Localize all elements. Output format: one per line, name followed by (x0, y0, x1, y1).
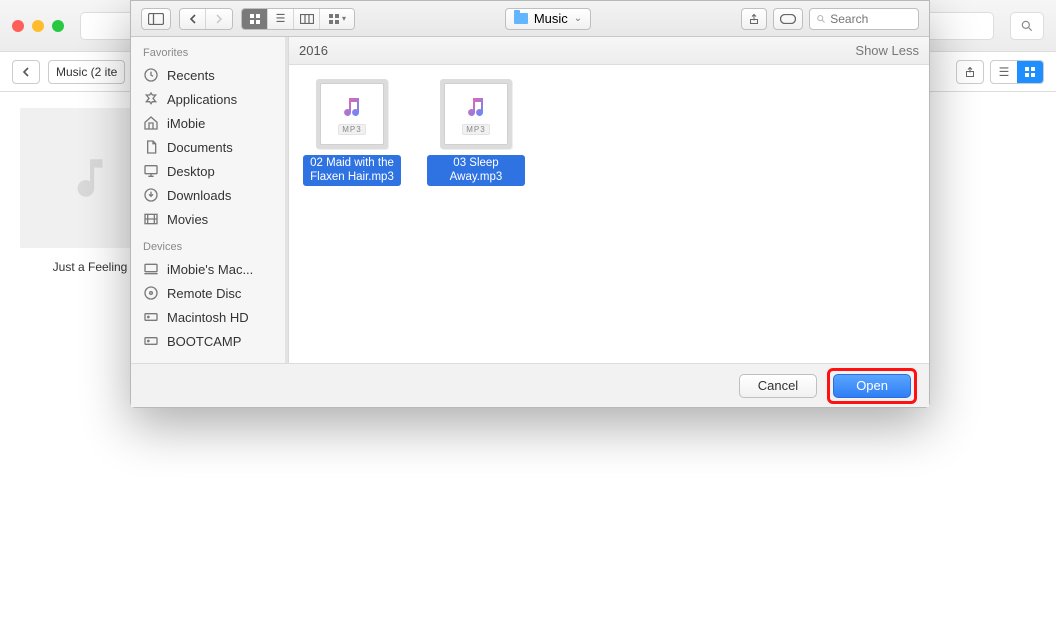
sidebar-item[interactable]: iMobie's Mac... (131, 257, 285, 281)
minimize-window-icon[interactable] (32, 20, 44, 32)
sidebar-item[interactable]: Recents (131, 63, 285, 87)
nav-back-button[interactable] (180, 9, 206, 29)
sidebar-item-label: Macintosh HD (167, 310, 249, 325)
sidebar-item-label: Movies (167, 212, 208, 227)
sidebar-item[interactable]: Applications (131, 87, 285, 111)
list-view-button[interactable]: ☰ (268, 9, 294, 29)
sidebar-item-label: Desktop (167, 164, 215, 179)
dialog-sidebar: Favorites Recents Applications iMobie Docum… (131, 37, 289, 363)
sidebar-item[interactable]: Documents (131, 135, 285, 159)
sidebar-item[interactable]: iMobie (131, 111, 285, 135)
zoom-window-icon[interactable] (52, 20, 64, 32)
chevron-updown-icon: ⌄ (574, 13, 582, 24)
file-name-label: 02 Maid with the Flaxen Hair.mp3 (303, 155, 401, 186)
downloads-icon (143, 187, 159, 203)
sidebar-item[interactable]: Movies (131, 207, 285, 231)
window-controls (12, 20, 64, 32)
file-grid: MP3 02 Maid with the Flaxen Hair.mp3 MP3 03… (289, 65, 929, 363)
file-open-dialog: ☰ ▾ Music ⌄ Favorites RecentsApplicat (130, 0, 930, 408)
clock-icon (143, 67, 159, 83)
open-button-highlight: Open (827, 368, 917, 404)
sidebar-section-favorites: Favorites (131, 37, 285, 63)
gallery-view-button[interactable]: ▾ (320, 9, 354, 29)
sidebar-item-label: Applications (167, 92, 237, 107)
sidebar-item-label: Downloads (167, 188, 231, 203)
file-thumbnail: MP3 (440, 79, 512, 149)
sidebar-toggle-button[interactable] (141, 8, 171, 30)
list-view-icon[interactable]: ☰ (991, 61, 1017, 83)
dialog-toolbar: ☰ ▾ Music ⌄ (131, 1, 929, 37)
folder-popup[interactable]: Music ⌄ (505, 8, 591, 30)
search-input[interactable] (830, 12, 912, 26)
sidebar-item[interactable]: Downloads (131, 183, 285, 207)
column-view-button[interactable] (294, 9, 320, 29)
hdd-icon (143, 309, 159, 325)
mac-icon (143, 261, 159, 277)
music-note-icon (339, 94, 365, 120)
view-mode-toolbar: ☰ ▾ (241, 8, 355, 30)
movies-icon (143, 211, 159, 227)
section-title: 2016 (299, 43, 328, 58)
show-less-toggle[interactable]: Show Less (855, 43, 919, 58)
app-search-button[interactable] (1010, 12, 1044, 40)
grid-view-icon[interactable] (1017, 61, 1043, 83)
file-type-badge: MP3 (338, 124, 365, 135)
desktop-icon (143, 163, 159, 179)
back-button[interactable] (12, 60, 40, 84)
view-mode-segment[interactable]: ☰ (990, 60, 1044, 84)
nav-back-forward (179, 8, 233, 30)
nav-forward-button[interactable] (206, 9, 232, 29)
folder-icon (514, 13, 528, 24)
sidebar-section-devices: Devices (131, 231, 285, 257)
disc-icon (143, 285, 159, 301)
sidebar-item-label: iMobie's Mac... (167, 262, 253, 277)
tags-button[interactable] (773, 8, 803, 30)
search-icon (816, 13, 826, 25)
sidebar-item[interactable]: BOOTCAMP (131, 329, 285, 353)
icon-view-button[interactable] (242, 9, 268, 29)
file-thumbnail: MP3 (316, 79, 388, 149)
hdd-icon (143, 333, 159, 349)
sidebar-item-label: iMobie (167, 116, 205, 131)
file-item[interactable]: MP3 02 Maid with the Flaxen Hair.mp3 (303, 79, 401, 349)
close-window-icon[interactable] (12, 20, 24, 32)
section-header: 2016 Show Less (289, 37, 929, 65)
file-name-label: 03 Sleep Away.mp3 (427, 155, 525, 186)
breadcrumb[interactable]: Music (2 ite (48, 60, 125, 84)
sidebar-item[interactable]: Remote Disc (131, 281, 285, 305)
dialog-footer: Cancel Open (131, 363, 929, 407)
export-button[interactable] (956, 60, 984, 84)
sidebar-item-label: Documents (167, 140, 233, 155)
file-item[interactable]: MP3 03 Sleep Away.mp3 (427, 79, 525, 349)
dialog-search[interactable] (809, 8, 919, 30)
sidebar-item-label: BOOTCAMP (167, 334, 241, 349)
sidebar-item[interactable]: Macintosh HD (131, 305, 285, 329)
home-icon (143, 115, 159, 131)
sidebar-item-label: Remote Disc (167, 286, 241, 301)
documents-icon (143, 139, 159, 155)
share-button[interactable] (741, 8, 767, 30)
sidebar-item[interactable]: Desktop (131, 159, 285, 183)
sidebar-item-label: Recents (167, 68, 215, 83)
folder-name: Music (534, 11, 568, 26)
music-note-icon (463, 94, 489, 120)
apps-icon (143, 91, 159, 107)
cancel-button[interactable]: Cancel (739, 374, 817, 398)
dialog-main: 2016 Show Less MP3 02 Maid with the Flaxe… (289, 37, 929, 363)
file-type-badge: MP3 (462, 124, 489, 135)
open-button[interactable]: Open (833, 374, 911, 398)
